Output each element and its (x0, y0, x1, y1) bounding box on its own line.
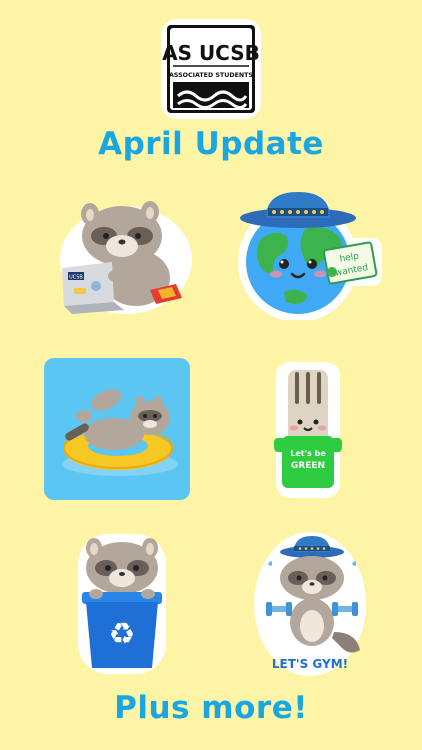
footer-title: Plus more! (114, 690, 308, 726)
recycle-icon: ♻ (109, 617, 136, 652)
gym-caption: LET'S GYM! (272, 657, 348, 671)
sticker-raccoon-recycle-bin[interactable]: ♻ (72, 530, 172, 676)
shirt-line1: Let's be (290, 449, 326, 458)
as-ucsb-logo: AS UCSB ASSOCIATED STUDENTS (158, 16, 264, 122)
logo-line1: AS UCSB (162, 41, 260, 65)
sticker-earth-help-wanted[interactable]: help wanted (232, 188, 382, 322)
sticker-raccoon-lets-gym[interactable]: LET'S GYM! (250, 532, 370, 680)
sticker-fork-lets-be-green[interactable]: Let's be GREEN (268, 360, 348, 500)
logo-line2: ASSOCIATED STUDENTS (169, 72, 253, 79)
laptop-sticker-text: UCSB (69, 275, 83, 281)
shirt-line2: GREEN (291, 461, 325, 471)
sticker-raccoon-laptop[interactable]: UCSB (54, 190, 194, 315)
sticker-raccoon-pool[interactable] (44, 358, 190, 500)
page-title: April Update (98, 126, 324, 162)
